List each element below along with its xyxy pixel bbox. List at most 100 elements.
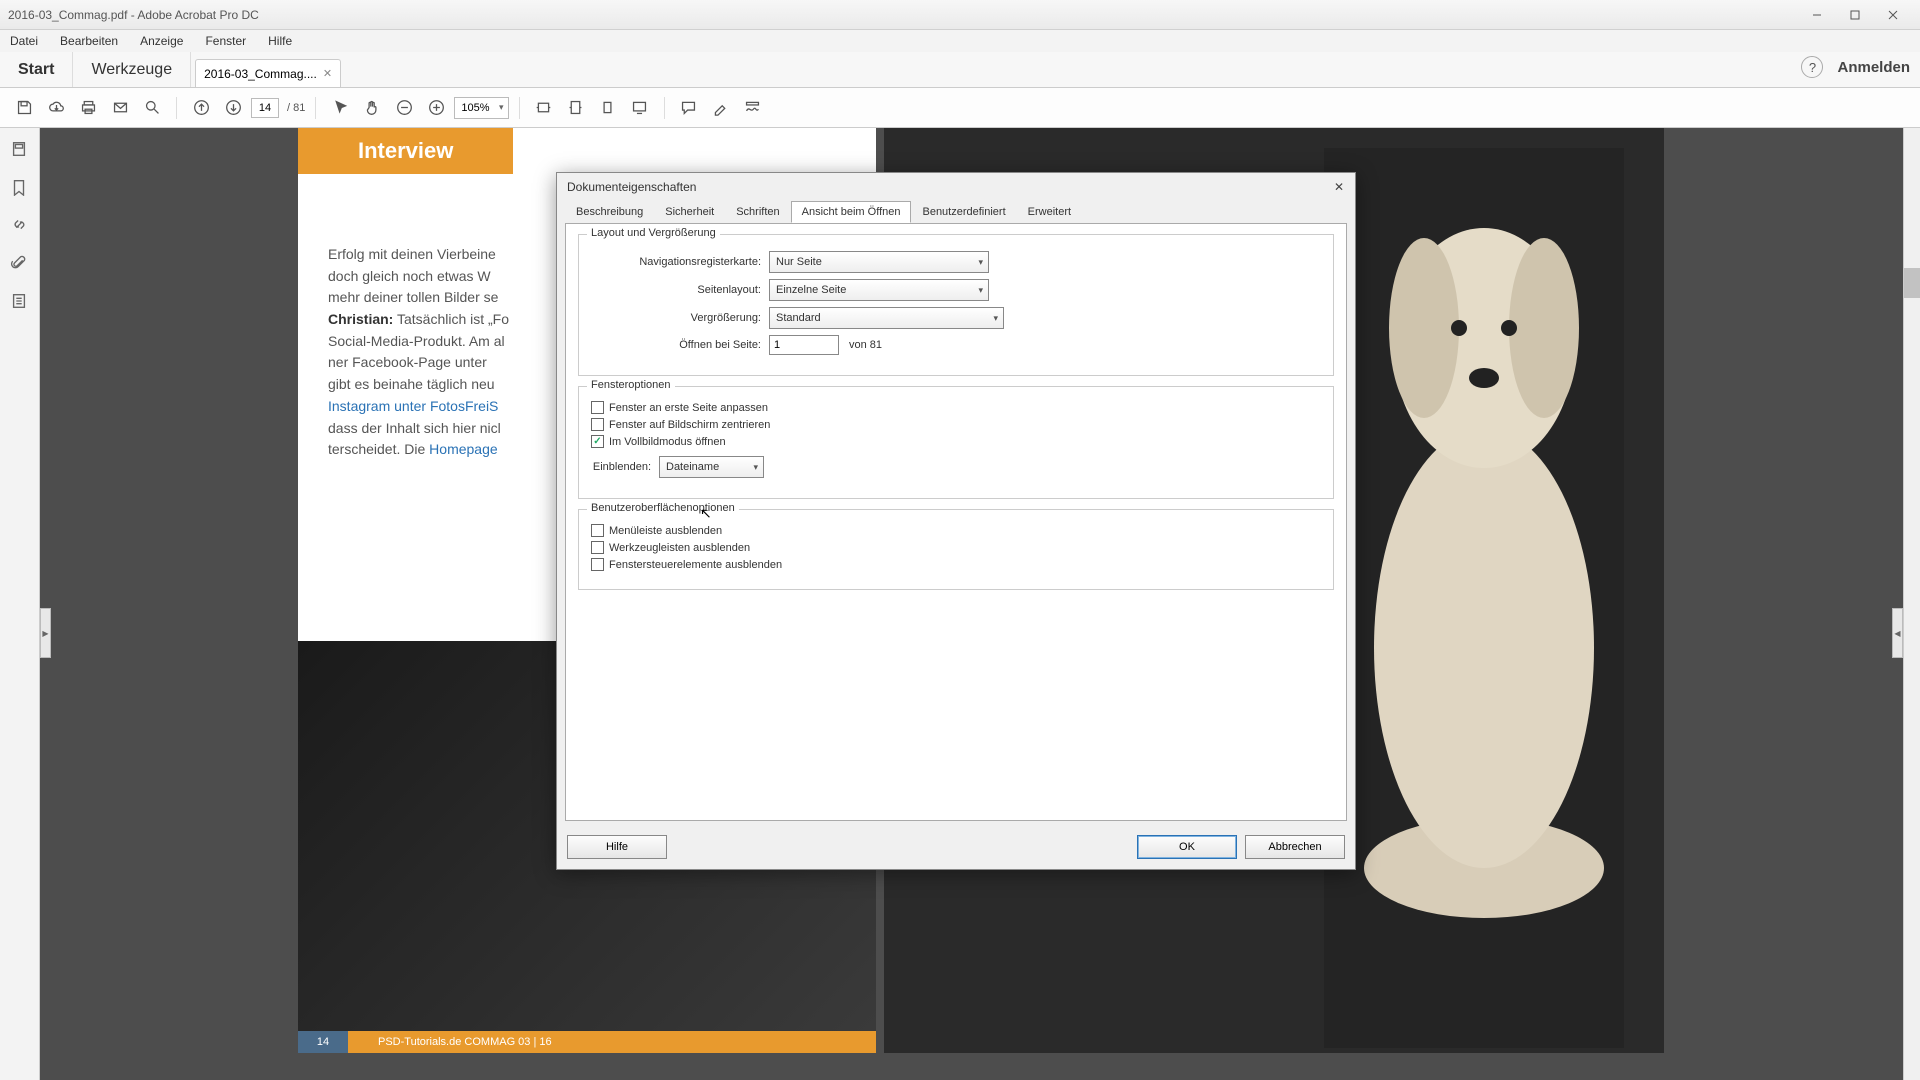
nav-label: Navigationsregisterkarte: xyxy=(591,256,761,268)
close-tab-icon[interactable]: ✕ xyxy=(323,67,332,80)
fit-width-icon[interactable] xyxy=(530,94,558,122)
pointer-icon[interactable] xyxy=(326,94,354,122)
chk-controls[interactable] xyxy=(591,558,604,571)
separator xyxy=(519,97,520,119)
print-icon[interactable] xyxy=(74,94,102,122)
page-footer: 14 PSD-Tutorials.de COMMAG 03 | 16 xyxy=(298,1031,876,1053)
chk-menubar-label: Menüleiste ausblenden xyxy=(609,525,722,537)
menubar: Datei Bearbeiten Anzeige Fenster Hilfe xyxy=(0,30,1920,52)
instagram-link[interactable]: Instagram unter FotosFreiS xyxy=(328,398,498,414)
chk-center[interactable] xyxy=(591,418,604,431)
openpage-input[interactable] xyxy=(769,335,839,355)
separator xyxy=(176,97,177,119)
rotate-icon[interactable] xyxy=(594,94,622,122)
signature-icon[interactable] xyxy=(739,94,767,122)
page-up-icon[interactable] xyxy=(187,94,215,122)
group-layout-title: Layout und Vergrößerung xyxy=(587,227,720,239)
ok-button[interactable]: OK xyxy=(1137,835,1237,859)
tab-advanced[interactable]: Erweitert xyxy=(1017,201,1082,223)
toolbar: / 81 105% xyxy=(0,88,1920,128)
zoom-out-icon[interactable] xyxy=(390,94,418,122)
layers-icon[interactable] xyxy=(10,292,30,312)
thumbnails-icon[interactable] xyxy=(10,140,30,160)
window-title: 2016-03_Commag.pdf - Adobe Acrobat Pro D… xyxy=(8,8,259,22)
tab-fonts[interactable]: Schriften xyxy=(725,201,790,223)
separator xyxy=(664,97,665,119)
chk-toolbars-label: Werkzeugleisten ausblenden xyxy=(609,542,750,554)
document-tab[interactable]: 2016-03_Commag.... ✕ xyxy=(195,59,341,87)
tabbar: Start Werkzeuge 2016-03_Commag.... ✕ ? A… xyxy=(0,52,1920,88)
pagelayout-select[interactable]: Einzelne Seite xyxy=(769,279,989,301)
cancel-button[interactable]: Abbrechen xyxy=(1245,835,1345,859)
body-text: Erfolg mit deinen Vierbeine doch gleich … xyxy=(298,174,558,461)
highlight-icon[interactable] xyxy=(707,94,735,122)
link-icon[interactable] xyxy=(10,216,30,236)
separator xyxy=(315,97,316,119)
maximize-button[interactable] xyxy=(1836,4,1874,26)
expand-right-handle[interactable]: ◀ xyxy=(1892,608,1903,658)
signin-link[interactable]: Anmelden xyxy=(1837,59,1910,76)
close-window-button[interactable] xyxy=(1874,4,1912,26)
openpage-label: Öffnen bei Seite: xyxy=(591,339,761,351)
attachment-icon[interactable] xyxy=(10,254,30,274)
footer-page-number: 14 xyxy=(298,1031,348,1053)
tab-start[interactable]: Start xyxy=(0,52,73,87)
nav-select[interactable]: Nur Seite xyxy=(769,251,989,273)
group-window-title: Fensteroptionen xyxy=(587,379,675,391)
tab-security[interactable]: Sicherheit xyxy=(654,201,725,223)
menu-window[interactable]: Fenster xyxy=(201,32,250,50)
bookmark-icon[interactable] xyxy=(10,178,30,198)
menu-view[interactable]: Anzeige xyxy=(136,32,187,50)
footer-text: PSD-Tutorials.de COMMAG 03 | 16 xyxy=(378,1036,552,1048)
fit-page-icon[interactable] xyxy=(562,94,590,122)
scrollbar-thumb[interactable] xyxy=(1904,268,1920,298)
zoom-select[interactable]: 105% xyxy=(454,97,508,119)
dialog-titlebar[interactable]: Dokumenteigenschaften ✕ xyxy=(557,173,1355,201)
chk-fit-label: Fenster an erste Seite anpassen xyxy=(609,402,768,414)
show-label: Einblenden: xyxy=(591,461,651,473)
vertical-scrollbar[interactable] xyxy=(1903,128,1920,1080)
openpage-of: von 81 xyxy=(849,339,882,351)
menu-help[interactable]: Hilfe xyxy=(264,32,296,50)
comment-icon[interactable] xyxy=(675,94,703,122)
dog-image xyxy=(1324,148,1624,1048)
chk-fit[interactable] xyxy=(591,401,604,414)
minimize-button[interactable] xyxy=(1798,4,1836,26)
dialog-body: Layout und Vergrößerung Navigationsregis… xyxy=(565,223,1347,821)
tab-initial-view[interactable]: Ansicht beim Öffnen xyxy=(791,201,912,223)
dialog-title: Dokumenteigenschaften xyxy=(567,180,696,194)
chk-fullscreen-label: Im Vollbildmodus öffnen xyxy=(609,436,726,448)
expand-left-handle[interactable]: ▶ xyxy=(40,608,51,658)
menu-edit[interactable]: Bearbeiten xyxy=(56,32,122,50)
chk-controls-label: Fenstersteuerelemente ausblenden xyxy=(609,559,782,571)
show-select[interactable]: Dateiname xyxy=(659,456,764,478)
zoom-in-icon[interactable] xyxy=(422,94,450,122)
chk-toolbars[interactable] xyxy=(591,541,604,554)
hand-icon[interactable] xyxy=(358,94,386,122)
chk-menubar[interactable] xyxy=(591,524,604,537)
tab-tools[interactable]: Werkzeuge xyxy=(73,52,191,87)
help-button[interactable]: Hilfe xyxy=(567,835,667,859)
group-ui: Benutzeroberflächenoptionen Menüleiste a… xyxy=(578,509,1334,590)
titlebar: 2016-03_Commag.pdf - Adobe Acrobat Pro D… xyxy=(0,0,1920,30)
pagelayout-label: Seitenlayout: xyxy=(591,284,761,296)
email-icon[interactable] xyxy=(106,94,134,122)
magnification-select[interactable]: Standard xyxy=(769,307,1004,329)
menu-file[interactable]: Datei xyxy=(6,32,42,50)
homepage-link[interactable]: Homepage xyxy=(429,441,498,457)
page-down-icon[interactable] xyxy=(219,94,247,122)
left-rail xyxy=(0,128,40,1080)
presentation-icon[interactable] xyxy=(626,94,654,122)
save-icon[interactable] xyxy=(10,94,38,122)
page-number-input[interactable] xyxy=(251,98,279,118)
search-icon[interactable] xyxy=(138,94,166,122)
page-total: / 81 xyxy=(287,102,305,114)
help-icon[interactable]: ? xyxy=(1801,56,1823,78)
chk-fullscreen[interactable] xyxy=(591,435,604,448)
dialog-buttons: Hilfe OK Abbrechen xyxy=(557,829,1355,869)
tab-description[interactable]: Beschreibung xyxy=(565,201,654,223)
cloud-icon[interactable] xyxy=(42,94,70,122)
group-window: Fensteroptionen Fenster an erste Seite a… xyxy=(578,386,1334,499)
dialog-close-icon[interactable]: ✕ xyxy=(1329,177,1349,197)
tab-custom[interactable]: Benutzerdefiniert xyxy=(911,201,1016,223)
